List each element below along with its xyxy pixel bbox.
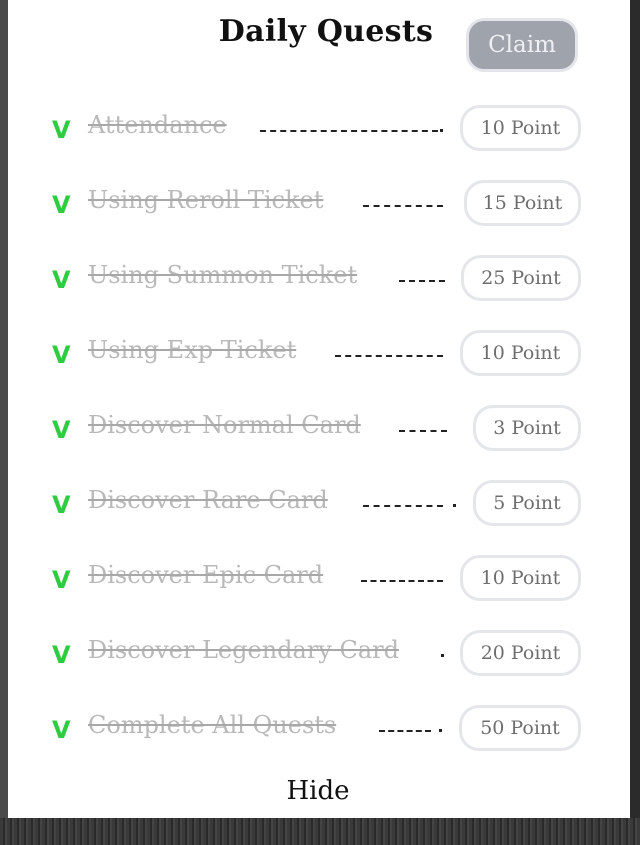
completed-check-icon: V — [52, 191, 71, 219]
quest-row: V Attendance 10 Point — [8, 105, 630, 155]
dotted-leader — [335, 355, 443, 357]
quest-label: Using Exp Ticket — [88, 336, 297, 364]
dotted-leader — [363, 205, 443, 207]
panel-title: Daily Quests — [218, 14, 434, 49]
completed-check-icon: V — [52, 566, 71, 594]
quest-points-badge: 10 Point — [460, 555, 581, 601]
quest-label: Discover Legendary Card — [88, 636, 399, 664]
dotted-leader — [260, 130, 438, 132]
window-frame-right — [630, 0, 640, 845]
quest-label: Using Summon Ticket — [88, 261, 358, 289]
window-frame-left — [0, 0, 8, 845]
completed-check-icon: V — [52, 416, 71, 444]
dotted-leader-end — [453, 504, 456, 507]
quest-row: V Using Reroll Ticket 15 Point — [8, 180, 630, 230]
quest-label: Attendance — [88, 111, 227, 139]
quest-row: V Using Exp Ticket 10 Point — [8, 330, 630, 380]
dotted-leader-end — [441, 654, 444, 657]
completed-check-icon: V — [52, 716, 71, 744]
dotted-leader — [379, 730, 431, 732]
quest-row: V Discover Epic Card 10 Point — [8, 555, 630, 605]
quest-row: V Discover Rare Card 5 Point — [8, 480, 630, 530]
completed-check-icon: V — [52, 266, 71, 294]
window-frame-bottom — [0, 818, 640, 845]
hide-button[interactable]: Hide — [268, 776, 368, 806]
quest-points-badge: 5 Point — [473, 480, 581, 526]
quest-points-badge: 25 Point — [461, 255, 581, 301]
dotted-leader — [361, 580, 443, 582]
quest-points-badge: 20 Point — [460, 630, 581, 676]
dotted-leader-end — [439, 729, 442, 732]
quest-label: Complete All Quests — [88, 711, 337, 739]
quest-label: Discover Normal Card — [88, 411, 361, 439]
completed-check-icon: V — [52, 341, 71, 369]
quest-row: V Complete All Quests 50 Point — [8, 705, 630, 755]
completed-check-icon: V — [52, 641, 71, 669]
quest-label: Using Reroll Ticket — [88, 186, 324, 214]
dotted-leader-end — [440, 129, 443, 132]
quest-points-badge: 10 Point — [460, 105, 581, 151]
quest-label: Discover Rare Card — [88, 486, 328, 514]
daily-quests-panel: Daily Quests Claim V Attendance 10 Point… — [8, 0, 630, 818]
quest-points-badge: 10 Point — [460, 330, 581, 376]
quest-points-badge: 15 Point — [464, 180, 581, 226]
quest-points-badge: 3 Point — [473, 405, 581, 451]
quest-row: V Discover Normal Card 3 Point — [8, 405, 630, 455]
claim-button[interactable]: Claim — [466, 18, 578, 72]
quest-label: Discover Epic Card — [88, 561, 324, 589]
dotted-leader — [363, 505, 443, 507]
dotted-leader — [399, 280, 445, 282]
completed-check-icon: V — [52, 491, 71, 519]
completed-check-icon: V — [52, 116, 71, 144]
quest-row: V Using Summon Ticket 25 Point — [8, 255, 630, 305]
quest-points-badge: 50 Point — [459, 705, 581, 751]
dotted-leader — [399, 430, 447, 432]
quest-row: V Discover Legendary Card 20 Point — [8, 630, 630, 680]
